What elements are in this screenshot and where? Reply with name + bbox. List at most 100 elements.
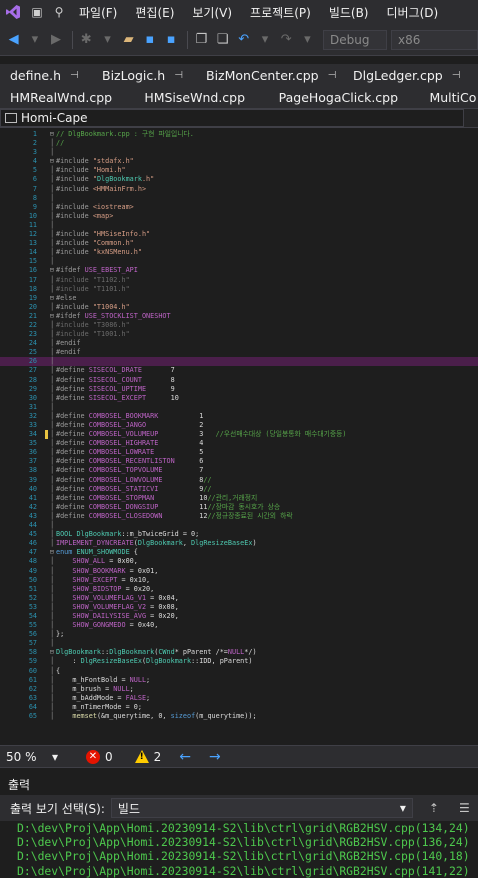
code-line[interactable]: 57 │ [0, 639, 478, 648]
code-line[interactable]: 16 ⊟ #ifdef USE_EBEST_API [0, 266, 478, 275]
tab-bizmoncenter-cpp[interactable]: BizMonCenter.cpp ⊣ [196, 68, 343, 83]
code-line[interactable]: 11 │ [0, 221, 478, 230]
code-line[interactable]: 19 ⊟ #else [0, 294, 478, 303]
fold-toggle-icon[interactable]: ⊟ [49, 266, 55, 275]
menu-edit[interactable]: 편집(E) [126, 4, 183, 21]
code-line[interactable]: 38 │ #define COMBOSEL_TOPVOLUME 7 [0, 466, 478, 475]
code-line[interactable]: 49 │ SHOW_BOOKMARK = 0x01, [0, 567, 478, 576]
code-line[interactable]: 13 │ #include "Common.h" [0, 239, 478, 248]
code-line[interactable]: 9 │ #include <iostream> [0, 203, 478, 212]
code-line[interactable]: 48 │ SHOW_ALL = 0x00, [0, 557, 478, 566]
config-select[interactable]: Debug [323, 29, 387, 50]
code-line[interactable]: 7 │ #include <HMMainFrm.h> [0, 185, 478, 194]
pin-icon[interactable]: ⊣ [174, 70, 183, 81]
zoom-select[interactable]: 50 % ▾ [0, 750, 62, 764]
code-line[interactable]: 47 ⊟ enum ENUM_SHOWMODE { [0, 548, 478, 557]
search-icon[interactable]: ⚲ [48, 0, 70, 24]
pin-icon[interactable]: ⊣ [328, 70, 337, 81]
code-line[interactable]: 23 │ #include "T1001.h" [0, 330, 478, 339]
code-line[interactable]: 40 │ #define COMBOSEL_STATICVI 9// [0, 485, 478, 494]
code-line[interactable]: 28 │ #define SISECOL_COUNT 8 [0, 376, 478, 385]
tab-hmsisewnd-cpp[interactable]: HMSiseWnd.cpp [134, 90, 268, 105]
save-icon[interactable]: ▪ [140, 29, 159, 51]
new-item-icon[interactable]: ✱ [77, 29, 96, 51]
code-line[interactable]: 59 │ : DlgResizeBaseEx(DlgBookmark::IDD, … [0, 657, 478, 666]
tab-dlgledger-cpp[interactable]: DlgLedger.cpp ⊣ [343, 68, 478, 83]
forward-icon[interactable]: ▶ [46, 29, 65, 51]
code-line[interactable]: 52 │ SHOW_VOLUMEFLAG_V1 = 0x04, [0, 594, 478, 603]
tab-pagehogaclick-cpp[interactable]: PageHogaClick.cpp [269, 90, 420, 105]
tab-define-h[interactable]: define.h ⊣ [0, 68, 92, 83]
code-line[interactable]: 2 │// [0, 139, 478, 148]
undo-icon[interactable]: ↶ [234, 29, 253, 51]
code-line[interactable]: 26 │ [0, 357, 478, 367]
code-line[interactable]: 15 │ [0, 257, 478, 266]
code-line[interactable]: 8 │ [0, 194, 478, 203]
menu-file[interactable]: 파일(F) [70, 4, 126, 21]
code-line[interactable]: 36 │ #define COMBOSEL_LOWRATE 5 [0, 448, 478, 457]
code-line[interactable]: 55 │ SHOW_GONGMEDO = 0x40, [0, 621, 478, 630]
output-source-select[interactable]: 빌드 ▾ [110, 798, 413, 818]
code-line[interactable]: 53 │ SHOW_VOLUMEFLAG_V2 = 0x08, [0, 603, 478, 612]
output-action-icon[interactable]: ⇡ [429, 801, 439, 815]
warning-count[interactable]: 2 [154, 750, 162, 764]
chevron-down-icon[interactable]: ▾ [255, 29, 274, 51]
code-line[interactable]: 62 │ m_brush = NULL; [0, 685, 478, 694]
next-issue-icon[interactable]: → [209, 749, 221, 765]
code-line[interactable]: 56 │}; [0, 630, 478, 639]
code-line[interactable]: 33 │ #define COMBOSEL_JANGO 2 [0, 421, 478, 430]
warning-icon[interactable]: ! [134, 750, 149, 763]
platform-select[interactable]: x86 [390, 29, 478, 50]
code-line[interactable]: 41 │ #define COMBOSEL_STOPMAN 10//관리,거래정지 [0, 494, 478, 503]
code-line[interactable]: 6 │ #include "DlgBookmark.h" [0, 175, 478, 184]
chevron-down-icon[interactable]: ▾ [25, 29, 44, 51]
save-all-icon[interactable]: ▪ [162, 29, 181, 51]
code-editor[interactable]: 1 ⊟// DlgBookmark.cpp : 구현 파일입니다. 2 │//3 │ 4 ⊟… [0, 128, 478, 745]
project-select[interactable]: Homi-Cape [0, 109, 464, 127]
code-line[interactable]: 34 │ #define COMBOSEL_VOLUMEUP 3 //우선매수대상 … [0, 430, 478, 440]
code-line[interactable]: 20 │ #include "T1004.h" [0, 303, 478, 312]
copy-icon[interactable]: ❐ [192, 29, 211, 51]
menu-debug[interactable]: 디버그(D) [378, 4, 448, 21]
menu-view[interactable]: 보기(V) [183, 4, 241, 21]
fold-toggle-icon[interactable]: ⊟ [49, 130, 55, 139]
code-line[interactable]: 43 │ #define COMBOSEL_CLOSEDOWN 12//정규장종료된… [0, 512, 478, 521]
back-icon[interactable]: ◀ [4, 29, 23, 51]
tab-hmrealwnd-cpp[interactable]: HMRealWnd.cpp [0, 90, 134, 105]
open-folder-icon[interactable]: ▰ [119, 29, 138, 51]
code-line[interactable]: 31 │ [0, 403, 478, 412]
pin-icon[interactable]: ⊣ [70, 70, 79, 81]
code-line[interactable]: 1 ⊟// DlgBookmark.cpp : 구현 파일입니다. [0, 130, 478, 139]
output-align-icon[interactable]: ☰ [459, 801, 470, 815]
code-line[interactable]: 14 │ #include "kxNSMenu.h" [0, 248, 478, 257]
code-line[interactable]: 60 │{ [0, 667, 478, 676]
code-line[interactable]: 61 │ m_hFontBold = NULL; [0, 676, 478, 685]
code-line[interactable]: 35 │ #define COMBOSEL_HIGHRATE 4 [0, 439, 478, 448]
code-line[interactable]: 27 │ #define SISECOL_DRATE 7 [0, 366, 478, 375]
code-line[interactable]: 58 ⊟ DlgBookmark::DlgBookmark(CWnd* pParen… [0, 648, 478, 657]
image-icon[interactable]: ▣ [26, 0, 48, 24]
code-line[interactable]: 25 │ #endif [0, 348, 478, 357]
fold-toggle-icon[interactable]: ⊟ [49, 294, 55, 303]
code-line[interactable]: 24 │ #endif [0, 339, 478, 348]
code-line[interactable]: 18 │ #include "T1101.h" [0, 285, 478, 294]
menu-project[interactable]: 프로젝트(P) [241, 4, 320, 21]
code-line[interactable]: 37 │ #define COMBOSEL_RECENTLISTON 6 [0, 457, 478, 466]
code-line[interactable]: 44 │ [0, 521, 478, 530]
code-line[interactable]: 45 │ BOOL DlgBookmark::m_bTwiceGrid = 0; [0, 530, 478, 539]
fold-toggle-icon[interactable]: ⊟ [49, 312, 55, 321]
menu-build[interactable]: 빌드(B) [320, 4, 378, 21]
chevron-down-icon[interactable]: ▾ [298, 29, 317, 51]
code-line[interactable]: 32 │ #define COMBOSEL_BOOKMARK 1 [0, 412, 478, 421]
tab-bizlogic-h[interactable]: BizLogic.h ⊣ [92, 68, 196, 83]
chevron-down-icon[interactable]: ▾ [98, 29, 117, 51]
code-line[interactable]: 51 │ SHOW_BIDSTOP = 0x20, [0, 585, 478, 594]
code-line[interactable]: 65 │ memset(&m_querytime, 0, sizeof(m_que… [0, 712, 478, 721]
code-line[interactable]: 4 ⊟ #include "stdafx.h" [0, 157, 478, 166]
paste-icon[interactable]: ❏ [213, 29, 232, 51]
code-line[interactable]: 22 │ #include "T3086.h" [0, 321, 478, 330]
code-line[interactable]: 10 │ #include <map> [0, 212, 478, 221]
code-line[interactable]: 63 │ m_bAddMode = FALSE; [0, 694, 478, 703]
code-line[interactable]: 5 │ #include "Homi.h" [0, 166, 478, 175]
tab-multico[interactable]: MultiCo [419, 90, 478, 105]
